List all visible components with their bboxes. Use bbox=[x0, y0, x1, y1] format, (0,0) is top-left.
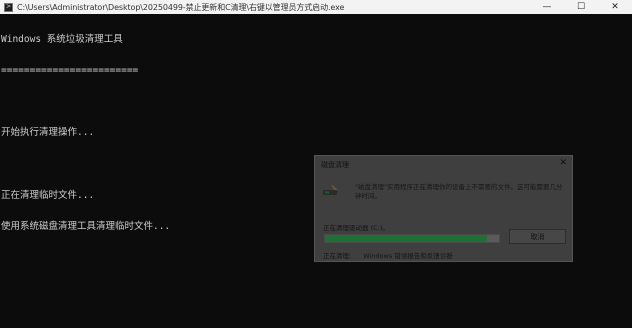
console-line: ======================== bbox=[1, 65, 139, 77]
dialog-footer: 正在清理: Windows 错误报告和反馈诊断 bbox=[323, 250, 453, 260]
maximize-button[interactable]: ☐ bbox=[564, 0, 598, 14]
disk-cleanup-icon bbox=[323, 184, 338, 195]
minimize-button[interactable]: — bbox=[530, 0, 564, 14]
cleaning-label: 正在清理: bbox=[323, 252, 352, 260]
close-button[interactable]: ✕ bbox=[598, 0, 632, 14]
cleanup-status: 正在清理驱动器 (C:)。 bbox=[323, 224, 389, 232]
console-output: Windows 系统垃圾清理工具 =======================… bbox=[1, 14, 170, 253]
console-line: Windows 系统垃圾清理工具 bbox=[1, 33, 123, 45]
console-line: 开始执行清理操作... bbox=[1, 127, 95, 139]
cancel-button[interactable]: 取消 bbox=[509, 229, 566, 244]
window-title: C:\Users\Administrator\Desktop\20250499-… bbox=[17, 2, 345, 12]
dialog-title: 磁盘清理 bbox=[321, 161, 349, 169]
console-line: 正在清理临时文件... bbox=[1, 189, 95, 201]
cleanup-progress-bar bbox=[324, 234, 500, 243]
console-app-icon: > bbox=[4, 2, 13, 12]
console-window: > C:\Users\Administrator\Desktop\2025049… bbox=[0, 0, 632, 328]
title-bar: > C:\Users\Administrator\Desktop\2025049… bbox=[0, 0, 632, 14]
dialog-message: "磁盘清理"实用程序正在清理你的设备上不需要的文件。这可能需要几分钟时间。 bbox=[355, 183, 563, 200]
disk-cleanup-dialog: 磁盘清理 ✕ "磁盘清理"实用程序正在清理你的设备上不需要的文件。这可能需要几分… bbox=[314, 155, 573, 262]
console-line: 使用系统磁盘清理工具清理临时文件... bbox=[1, 221, 171, 233]
progress-fill bbox=[325, 235, 487, 242]
dialog-close-icon[interactable]: ✕ bbox=[559, 158, 567, 168]
cleaning-item: Windows 错误报告和反馈诊断 bbox=[363, 252, 453, 260]
